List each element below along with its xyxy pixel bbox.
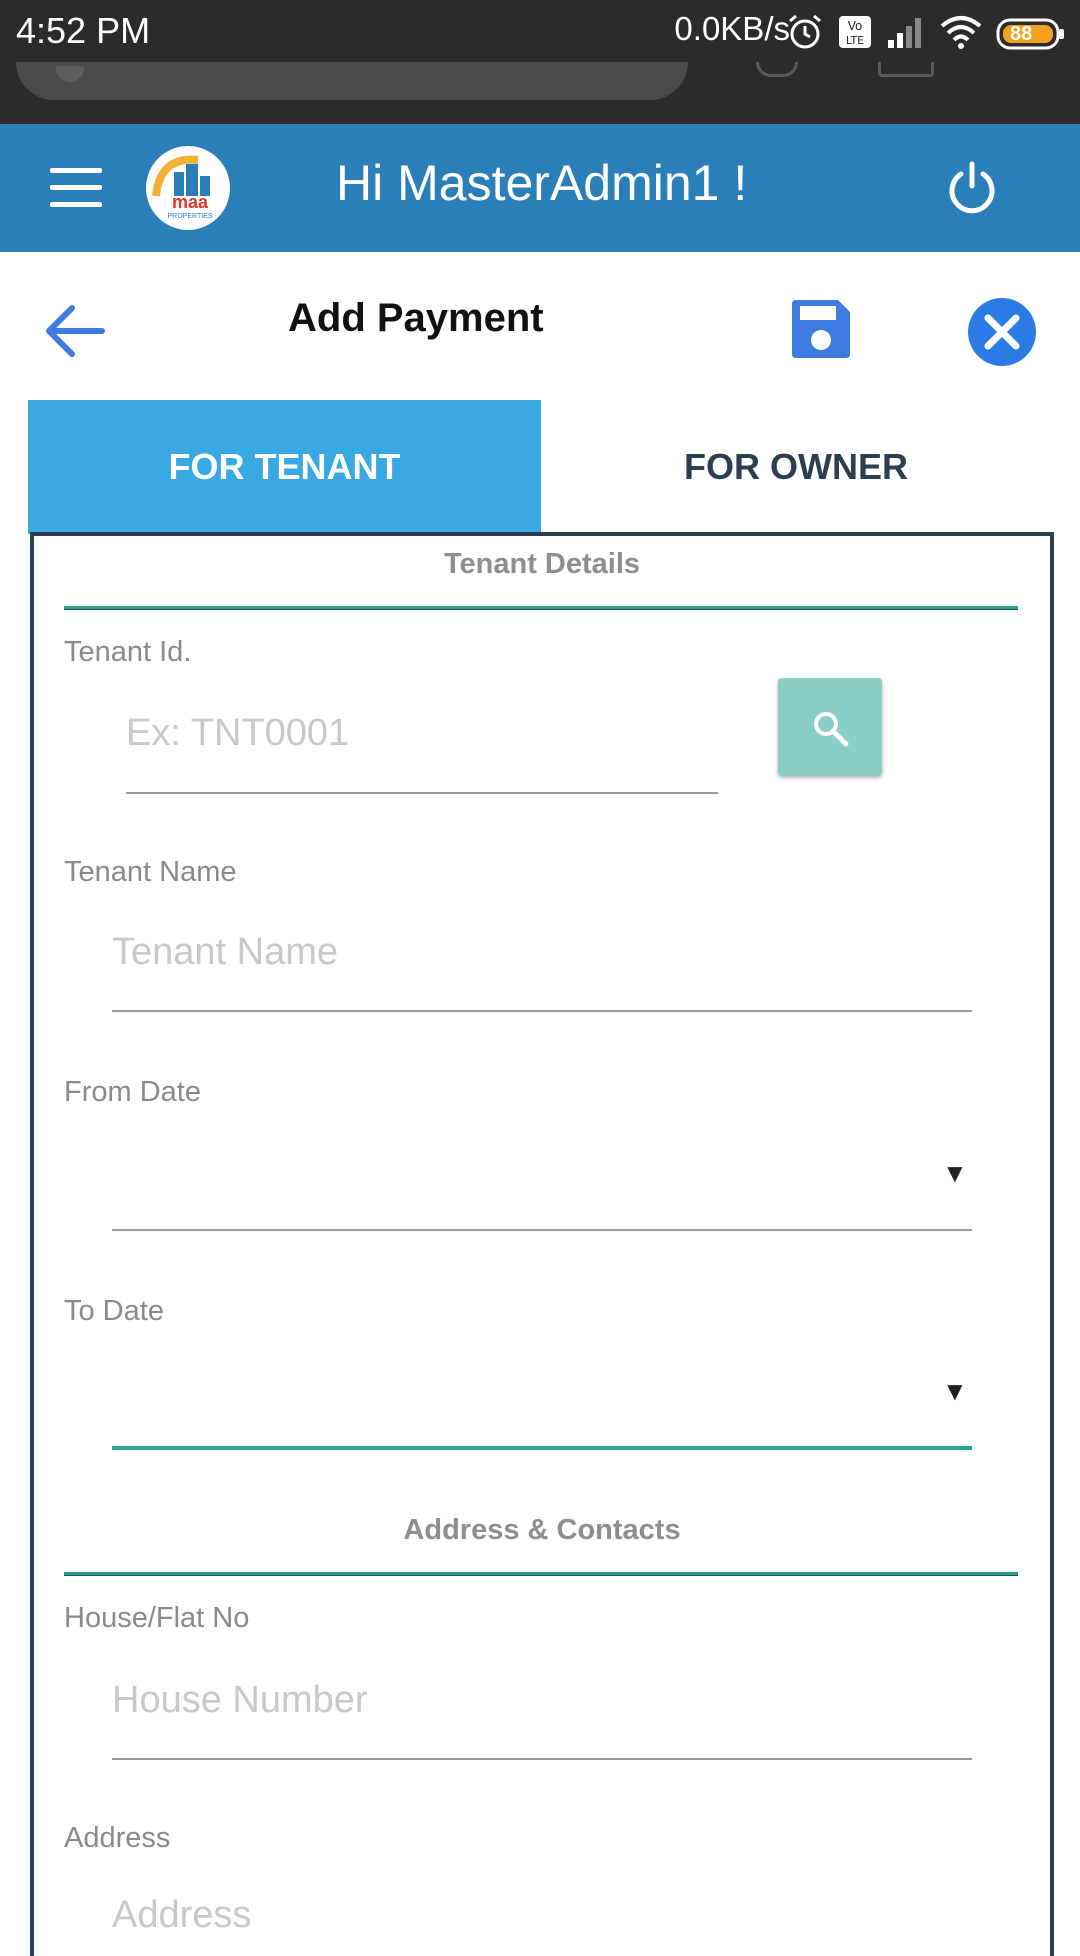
address-input[interactable]: Address — [112, 1894, 972, 1937]
tenant-id-label: Tenant Id. — [64, 636, 192, 668]
app-logo: maa PROPERTIES — [146, 146, 230, 230]
house-no-label: House/Flat No — [64, 1602, 250, 1634]
chevron-down-icon[interactable]: ▼ — [942, 1376, 968, 1407]
section-divider — [64, 1572, 1018, 1575]
ghost-icon — [756, 62, 798, 77]
search-icon — [814, 712, 849, 747]
from-date-select[interactable] — [112, 1146, 932, 1196]
from-date-underline — [112, 1229, 972, 1231]
close-circle-icon[interactable] — [966, 296, 1038, 368]
alarm-icon — [786, 13, 824, 56]
battery-icon: 88 — [996, 17, 1066, 51]
url-bar-remnant — [16, 62, 688, 100]
network-speed: 0.0KB/s — [674, 10, 790, 47]
section-title-tenant-details: Tenant Details — [443, 548, 641, 580]
to-date-select[interactable] — [112, 1366, 932, 1416]
form-panel: Tenant Details Tenant Id. Ex: TNT0001 Te… — [30, 532, 1054, 1956]
status-icons: Vo LTE 88 — [786, 14, 1066, 54]
tenant-id-input[interactable]: Ex: TNT0001 — [126, 712, 716, 755]
section-title-address-contacts: Address & Contacts — [403, 1514, 681, 1546]
section-divider — [64, 606, 1018, 609]
to-date-label: To Date — [64, 1295, 164, 1327]
logo-subtext: PROPERTIES — [168, 213, 213, 220]
tenant-name-input[interactable]: Tenant Name — [112, 931, 972, 974]
to-date-underline — [112, 1446, 972, 1450]
hamburger-icon[interactable] — [50, 168, 102, 208]
app-bar: maa PROPERTIES Hi MasterAdmin1 ! — [0, 124, 1080, 252]
tab-for-tenant[interactable]: FOR TENANT — [28, 400, 541, 534]
status-time: 4:52 PM — [16, 10, 151, 51]
battery-level: 88 — [1010, 23, 1033, 45]
page-title: Add Payment — [288, 296, 544, 340]
volte-icon: Vo LTE — [838, 15, 872, 54]
from-date-label: From Date — [64, 1076, 201, 1108]
status-bar: 4:52 PM 0.0KB/s Vo LTE 88 — [0, 0, 1080, 124]
svg-text:LTE: LTE — [846, 34, 864, 47]
house-no-input[interactable]: House Number — [112, 1679, 972, 1722]
search-button[interactable] — [778, 678, 882, 776]
logo-text: maa — [172, 192, 209, 212]
greeting-text: Hi MasterAdmin1 ! — [336, 155, 748, 211]
signal-icon — [886, 14, 926, 55]
power-icon[interactable] — [944, 160, 1000, 216]
page-toolbar: Add Payment — [0, 252, 1080, 400]
ghost-icon — [878, 62, 934, 77]
wifi-icon — [940, 14, 982, 55]
tenant-name-label: Tenant Name — [64, 856, 237, 888]
chevron-down-icon[interactable]: ▼ — [942, 1158, 968, 1189]
arrow-left-icon[interactable] — [44, 304, 106, 358]
svg-text:Vo: Vo — [848, 19, 863, 33]
tenant-name-underline — [112, 1010, 972, 1012]
tab-for-owner[interactable]: FOR OWNER — [541, 400, 1051, 534]
tenant-id-underline — [126, 792, 718, 794]
address-label: Address — [64, 1822, 171, 1854]
house-no-underline — [112, 1758, 972, 1760]
floppy-disk-icon[interactable] — [788, 296, 854, 362]
